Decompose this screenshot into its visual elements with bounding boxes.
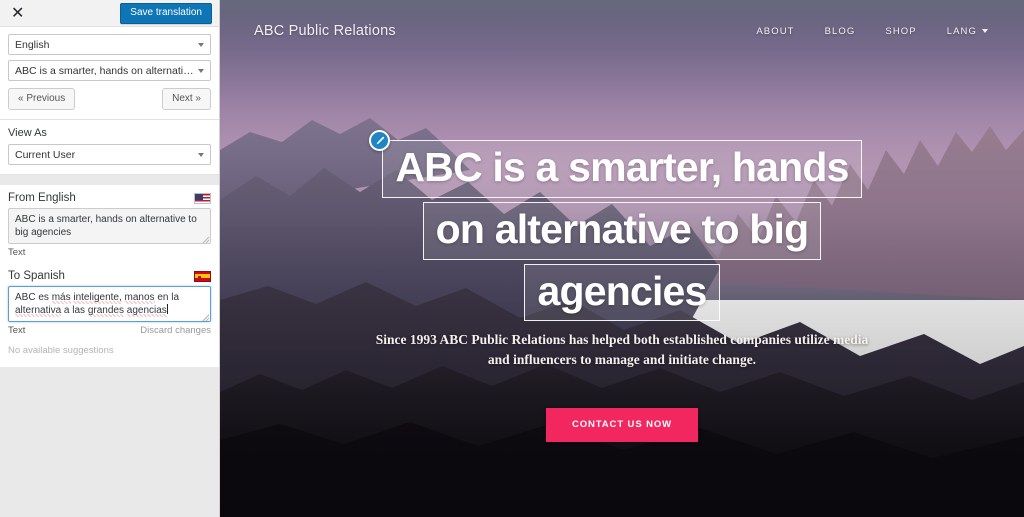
chevron-down-icon [198,42,204,47]
language-select-value: English [15,38,50,51]
target-meta-row: Text Discard changes [8,325,211,336]
view-as-panel: View As Current User [0,120,219,175]
next-button[interactable]: Next » [162,88,211,110]
nav-menu: ABOUT BLOG SHOP LANG [756,26,988,37]
subtitle-line: Since 1993 ABC Public Relations has help… [375,332,869,347]
nav-item-about[interactable]: ABOUT [756,26,794,37]
view-as-value: Current User [15,148,76,161]
chevron-down-icon [198,68,204,73]
chevron-down-icon [982,29,988,33]
headline-line[interactable]: ABC is a smarter, hands [369,130,862,198]
source-label: From English [8,192,76,204]
us-flag-icon [194,192,211,204]
translation-sidebar: ✕ Save translation English ABC is a smar… [0,0,220,517]
target-word: más [51,292,71,304]
language-select[interactable]: English [8,34,211,55]
nav-item-shop[interactable]: SHOP [885,26,916,37]
target-word: la [171,292,180,303]
string-select-value: ABC is a smarter, hands on alternative t… [15,64,194,77]
resize-grip-icon[interactable] [202,314,209,321]
cta-wrapper: CONTACT US NOW [220,408,1024,442]
close-icon[interactable]: ✕ [8,3,27,23]
chevron-down-icon [198,152,204,157]
text-caret [166,304,168,314]
source-type-label: Text [8,247,26,258]
string-select[interactable]: ABC is a smarter, hands on alternative t… [8,60,211,81]
target-text-field[interactable]: ABC es más inteligente, manos en la alte… [8,286,211,322]
source-text-field[interactable]: ABC is a smarter, hands on alternative t… [8,208,211,244]
target-word: a [63,305,70,316]
pagination-row: « Previous Next » [8,88,211,110]
source-field-header: From English [8,192,211,204]
target-word: grandes [87,305,124,317]
es-flag-icon [194,270,211,282]
source-meta-row: Text [8,247,211,258]
headline-text: agencies [537,267,707,314]
target-textarea-wrap: ABC es más inteligente, manos en la alte… [8,286,211,322]
subtitle-line: and influencers to manage and initiate c… [487,352,757,367]
target-word: alternativa [15,305,62,317]
site-preview: ABC Public Relations ABOUT BLOG SHOP LANG A… [220,0,1024,517]
headline-text: on alternative to big [435,205,810,252]
target-field-header: To Spanish [8,270,211,282]
target-word: es [38,292,49,303]
headline-line[interactable]: on alternative to big [422,201,822,260]
target-word: agencias [126,305,167,317]
sidebar-toolbar: ✕ Save translation [0,0,219,27]
discard-changes-link[interactable]: Discard changes [140,325,211,336]
translation-fields-panel: From English ABC is a smarter, hands on … [0,185,219,367]
nav-item-label: LANG [946,25,977,37]
headline-text: ABC is a smarter, hands [395,144,849,190]
nav-item-lang[interactable]: LANG [947,26,988,37]
target-word: ABC [15,292,36,303]
resize-grip-icon[interactable] [202,236,209,243]
selectors-panel: English ABC is a smarter, hands on alter… [0,27,219,120]
site-navigation: ABC Public Relations ABOUT BLOG SHOP LANG [220,0,1024,62]
translation-editor-app: ✕ Save translation English ABC is a smar… [0,0,1024,517]
hero-subtitle: Since 1993 ABC Public Relations has help… [220,330,1024,370]
hero-headline: ABC is a smarter, hands on alternative to… [220,130,1024,325]
section-divider [0,175,219,185]
view-as-label: View As [8,127,47,139]
no-suggestions-text: No available suggestions [8,345,114,356]
target-word: inteligente, [73,292,122,304]
nav-item-blog[interactable]: BLOG [825,26,856,37]
source-textarea-wrap: ABC is a smarter, hands on alternative t… [8,208,211,244]
view-as-select[interactable]: Current User [8,144,211,165]
headline-line[interactable]: agencies [524,263,720,322]
target-label: To Spanish [8,270,65,282]
pencil-icon[interactable] [369,130,391,151]
target-word: las [72,305,86,316]
contact-us-button[interactable]: CONTACT US NOW [545,408,699,442]
previous-button[interactable]: « Previous [8,88,76,110]
site-brand[interactable]: ABC Public Relations [254,23,396,39]
target-word: en [157,292,169,303]
target-word: manos [124,292,155,304]
save-translation-button[interactable]: Save translation [120,2,212,24]
target-type-label: Text [8,325,26,336]
